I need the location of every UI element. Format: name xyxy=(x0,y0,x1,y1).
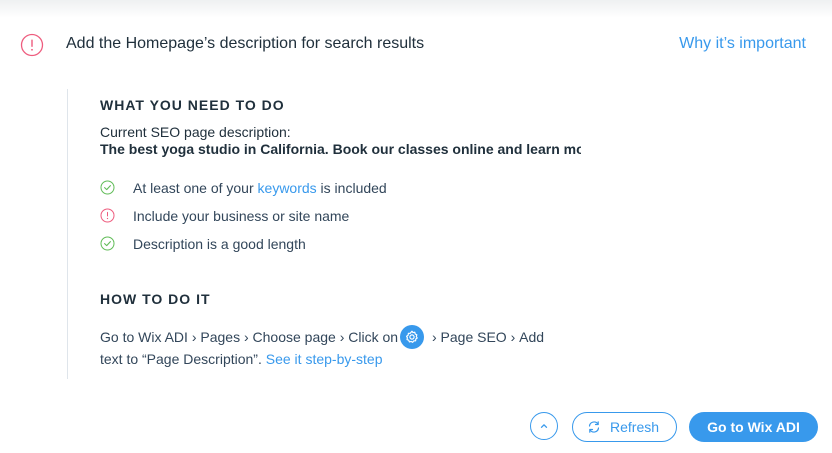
top-shadow xyxy=(0,0,832,18)
refresh-icon xyxy=(587,420,601,437)
task-details: WHAT YOU NEED TO DO Current SEO page des… xyxy=(67,89,628,379)
step-wix-adi: Go to Wix ADI xyxy=(100,329,188,345)
refresh-button[interactable]: Refresh xyxy=(572,412,677,442)
why-important-link[interactable]: Why it’s important xyxy=(679,35,806,53)
checklist-text: Include your business or site name xyxy=(133,208,350,224)
checklist-text: At least one of your xyxy=(133,180,258,196)
step-separator: › xyxy=(431,329,437,345)
task-header: Add the Homepage’s description for searc… xyxy=(0,30,832,60)
go-to-wix-adi-label: Go to Wix ADI xyxy=(707,419,800,435)
step-click-on: Click on xyxy=(348,329,399,345)
checklist-text: is included xyxy=(316,180,387,196)
go-to-wix-adi-button[interactable]: Go to Wix ADI xyxy=(689,412,818,442)
keywords-link[interactable]: keywords xyxy=(258,180,317,196)
step-separator: › xyxy=(191,329,197,345)
gear-icon[interactable] xyxy=(400,325,425,349)
check-circle-icon xyxy=(100,236,115,251)
refresh-label: Refresh xyxy=(610,419,660,435)
check-circle-icon xyxy=(100,180,115,195)
exclamation-circle-icon xyxy=(100,208,115,223)
step-add: Add xyxy=(519,329,545,345)
step-separator: › xyxy=(243,329,249,345)
step-separator: › xyxy=(339,329,345,345)
seo-description-label: Current SEO page description: xyxy=(100,124,291,140)
exclamation-circle-icon xyxy=(20,33,44,57)
step-separator: › xyxy=(510,329,516,345)
how-to-do-it-heading: HOW TO DO IT xyxy=(100,291,211,307)
step-page-description: text to “Page Description”. xyxy=(100,351,262,367)
steps-instructions: Go to Wix ADI › Pages › Choose page › Cl… xyxy=(100,325,544,349)
step-page-seo: Page SEO xyxy=(440,329,507,345)
what-you-need-heading: WHAT YOU NEED TO DO xyxy=(100,97,285,113)
seo-description-value: The best yoga studio in California. Book… xyxy=(100,141,581,157)
steps-instructions-line2: text to “Page Description”. See it step-… xyxy=(100,349,382,369)
step-by-step-link[interactable]: See it step-by-step xyxy=(266,351,383,367)
step-choose-page: Choose page xyxy=(252,329,336,345)
step-pages: Pages xyxy=(200,329,241,345)
checklist-text: Description is a good length xyxy=(133,236,306,252)
seo-task-panel: Add the Homepage’s description for searc… xyxy=(0,0,832,453)
collapse-button[interactable] xyxy=(530,412,558,440)
task-title: Add the Homepage’s description for searc… xyxy=(66,35,425,52)
